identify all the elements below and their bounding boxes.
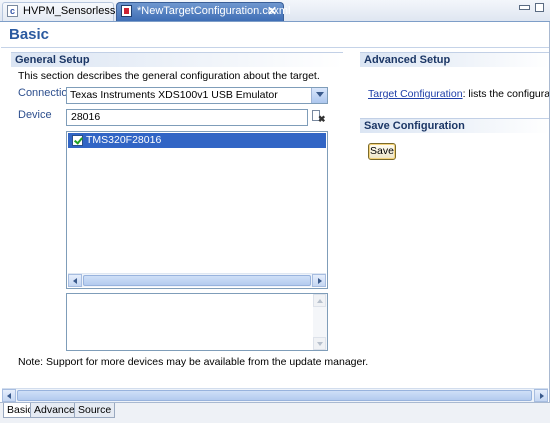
scroll-right-button[interactable] (534, 389, 548, 402)
chevron-down-icon (316, 92, 324, 97)
general-setup-heading: General Setup (11, 52, 343, 67)
scroll-left-button[interactable] (2, 389, 16, 402)
tab-hvpm-sensorless[interactable]: HVPM_Sensorless.c (2, 2, 124, 21)
editor-content: Basic General Setup This section describ… (0, 22, 550, 402)
page-tab-bar: Basic Advanced Source (0, 402, 550, 423)
arrow-left-icon (73, 278, 77, 284)
device-description-box (66, 293, 328, 351)
tab-new-target-configuration[interactable]: *NewTargetConfiguration.ccxml ✕ (116, 2, 290, 21)
scroll-down-button[interactable] (313, 337, 326, 350)
save-configuration-heading: Save Configuration (360, 118, 549, 133)
device-label: Device (18, 109, 52, 121)
page-title: Basic (9, 26, 50, 43)
general-setup-description: This section describes the general confi… (18, 70, 320, 82)
scroll-thumb[interactable] (17, 390, 532, 401)
device-item-label: TMS320F28016 (86, 134, 162, 146)
connection-value: Texas Instruments XDS100v1 USB Emulator (70, 89, 278, 101)
update-manager-note: Note: Support for more devices may be av… (18, 356, 369, 368)
device-list[interactable]: TMS320F28016 (66, 131, 328, 289)
scroll-left-button[interactable] (68, 274, 82, 287)
arrow-down-icon (317, 342, 323, 346)
description-vscrollbar[interactable] (313, 294, 327, 350)
scroll-right-button[interactable] (312, 274, 326, 287)
arrow-left-icon (7, 393, 11, 399)
connection-select[interactable]: Texas Instruments XDS100v1 USB Emulator (66, 87, 328, 104)
advanced-setup-heading: Advanced Setup (360, 52, 549, 67)
save-button[interactable]: Save (368, 143, 396, 160)
connection-dropdown-button[interactable] (311, 88, 327, 103)
close-icon[interactable]: ✕ (267, 3, 277, 20)
target-configuration-desc: : lists the configuration o (462, 88, 549, 100)
arrow-up-icon (317, 299, 323, 303)
c-file-icon (7, 3, 18, 20)
arrow-right-icon (540, 393, 544, 399)
editor-hscrollbar[interactable] (2, 388, 548, 402)
device-list-hscrollbar[interactable] (68, 273, 326, 287)
tab-source[interactable]: Source (74, 403, 116, 418)
tab-label: HVPM_Sensorless.c (23, 5, 124, 17)
checkbox-checked-icon[interactable] (72, 135, 83, 146)
target-configuration-link[interactable]: Target Configuration (368, 88, 463, 100)
list-item[interactable]: TMS320F28016 (68, 133, 326, 148)
editor-tab-bar: HVPM_Sensorless.c *NewTargetConfiguratio… (0, 0, 550, 22)
scroll-thumb[interactable] (83, 275, 311, 286)
minimize-icon[interactable] (519, 5, 530, 10)
ccxml-file-icon (121, 5, 132, 17)
advanced-setup-description: Target Configuration: lists the configur… (368, 88, 549, 100)
filter-clear-icon[interactable]: ✖ (312, 110, 326, 124)
maximize-icon[interactable] (535, 3, 544, 12)
arrow-right-icon (318, 278, 322, 284)
scroll-up-button[interactable] (313, 294, 326, 307)
device-filter-input[interactable]: 28016 (66, 109, 308, 126)
title-divider (1, 47, 549, 48)
